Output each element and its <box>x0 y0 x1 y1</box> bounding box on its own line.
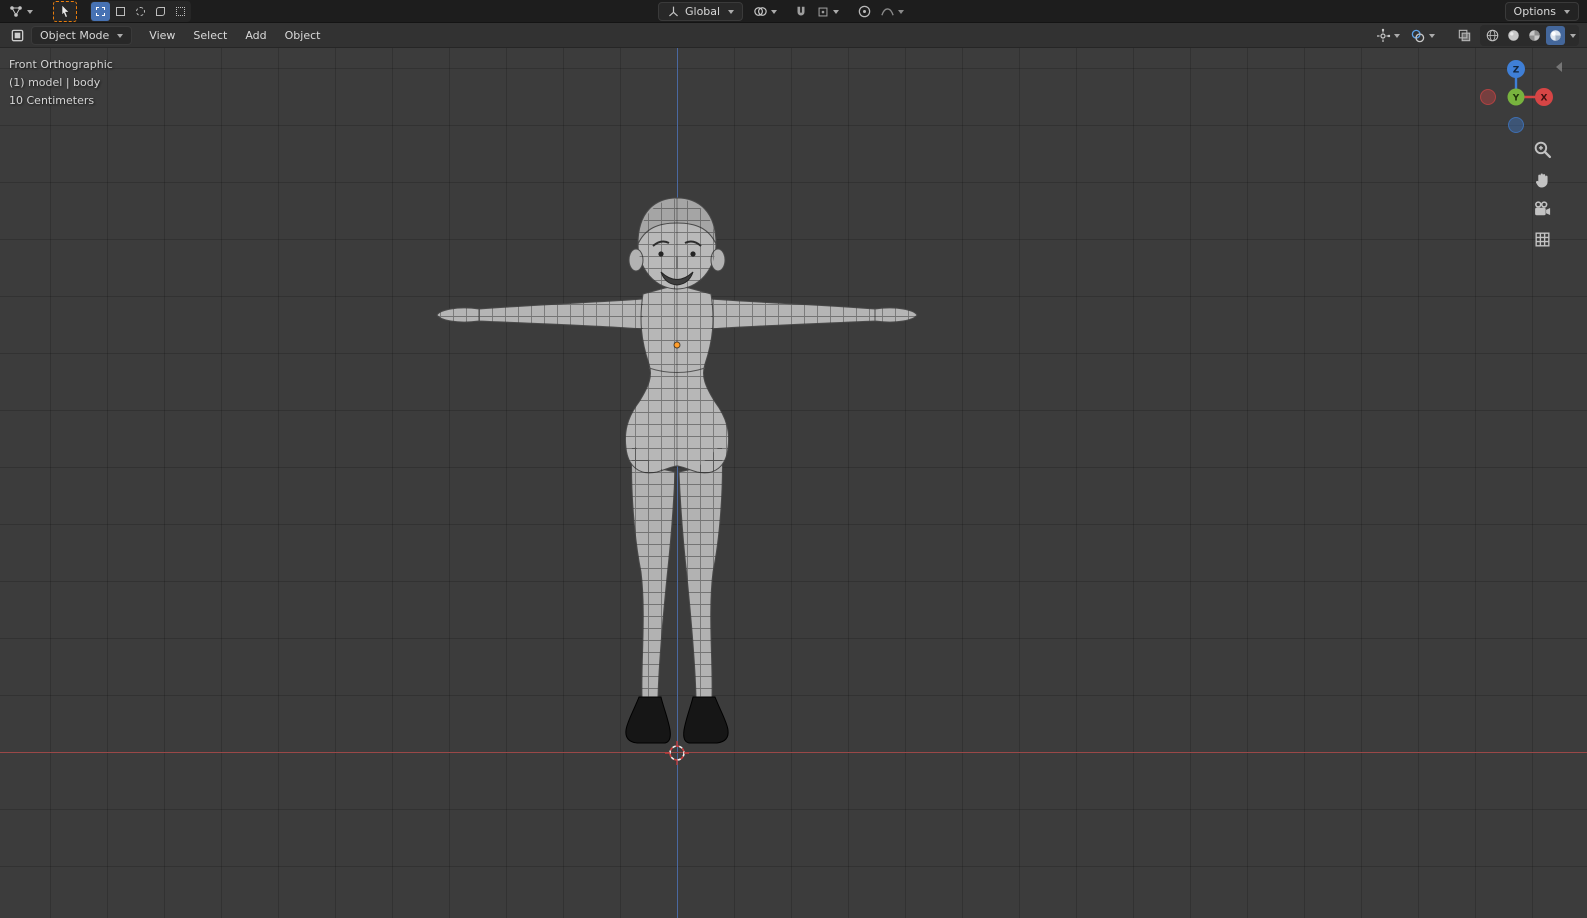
active-tool-button[interactable] <box>53 1 77 22</box>
snap-settings-dropdown[interactable] <box>814 2 841 21</box>
viewport-editor-icon <box>11 29 24 42</box>
viewport-header: Object Mode View Select Add Object <box>0 23 1587 48</box>
rendered-sphere-icon <box>1550 30 1561 41</box>
shading-wireframe-button[interactable] <box>1483 26 1502 45</box>
magnet-icon <box>797 6 805 15</box>
select-mode-button-lasso[interactable] <box>151 2 170 21</box>
gizmo-ball-z[interactable]: Z <box>1507 60 1525 78</box>
chevron-down-icon <box>771 9 778 14</box>
lasso-select-icon <box>156 7 165 16</box>
two-circles-icon <box>754 7 767 16</box>
snap-increment-icon <box>818 7 828 16</box>
chevron-down-icon <box>898 9 905 14</box>
topbar: Global Options <box>0 0 1587 23</box>
gizmo-ball-z-negative[interactable] <box>1508 117 1524 133</box>
overlays-dropdown[interactable] <box>1408 26 1437 45</box>
shading-dropdown-chevron-icon[interactable] <box>1570 33 1576 38</box>
viewport-overlay-text: Front Orthographic (1) model | body 10 C… <box>9 56 113 110</box>
shading-solid-button[interactable] <box>1504 26 1523 45</box>
curve-icon <box>881 8 894 16</box>
tweak-icon <box>96 7 105 16</box>
view-name-label: Front Orthographic <box>9 58 113 71</box>
chevron-down-icon <box>1394 33 1400 38</box>
grid-ortho-icon <box>1535 232 1550 247</box>
model-right-shoe <box>683 696 729 744</box>
select-mode-button-tweak[interactable] <box>91 2 110 21</box>
proportional-editing-toggle[interactable] <box>855 2 874 21</box>
pivot-point-dropdown[interactable] <box>751 2 779 21</box>
gizmo-ball-y[interactable]: Y <box>1507 88 1525 106</box>
blender-window: Global Options Object Mode View Select A… <box>0 0 1587 918</box>
chevron-down-icon <box>1564 9 1570 14</box>
box-select-icon <box>116 7 125 16</box>
chevron-down-icon <box>833 9 840 14</box>
gizmo-ball-x[interactable]: X <box>1535 88 1553 106</box>
mode-label: Object Mode <box>40 29 110 42</box>
svg-text:Y: Y <box>1512 94 1520 104</box>
toggle-ortho-button[interactable] <box>1531 230 1554 249</box>
select-mode-button-circle[interactable] <box>131 2 150 21</box>
model-left-shoe <box>625 696 671 744</box>
overlays-icon <box>1411 29 1425 42</box>
menu-select[interactable]: Select <box>186 26 234 45</box>
viewport-3d[interactable]: Front Orthographic (1) model | body 10 C… <box>0 48 1587 918</box>
editor-type-button[interactable] <box>6 2 35 21</box>
cursor-3d <box>663 739 691 767</box>
select-mode-button-extra[interactable] <box>171 2 190 21</box>
grid-scale-label: 10 Centimeters <box>9 94 95 107</box>
camera-view-button[interactable] <box>1531 200 1554 219</box>
chevron-down-icon <box>1429 33 1435 38</box>
material-sphere-icon <box>1529 30 1540 41</box>
extra-select-icon <box>176 7 185 16</box>
character-model-object[interactable] <box>427 172 927 772</box>
gizmo-icon <box>1377 28 1391 42</box>
camera-icon <box>1535 201 1551 216</box>
show-gizmos-dropdown[interactable] <box>1373 26 1402 45</box>
node-graph-icon <box>10 5 22 17</box>
region-toggle-arrow[interactable] <box>1556 62 1562 72</box>
chevron-down-icon <box>117 33 124 38</box>
proportional-falloff-dropdown[interactable] <box>878 2 906 21</box>
shading-material-button[interactable] <box>1525 26 1544 45</box>
select-mode-group <box>90 1 191 22</box>
orientation-label: Global <box>685 5 721 18</box>
wireframe-sphere-icon <box>1486 29 1499 42</box>
pan-button[interactable] <box>1531 170 1554 189</box>
zoom-button[interactable] <box>1531 140 1554 159</box>
circle-dot-icon <box>858 5 871 18</box>
axes-icon <box>669 6 678 17</box>
circle-select-icon <box>136 7 145 16</box>
select-cursor-icon <box>61 4 70 18</box>
options-label: Options <box>1513 5 1556 18</box>
snap-toggle-button[interactable] <box>791 2 810 21</box>
menu-object[interactable]: Object <box>278 26 328 45</box>
chevron-down-icon <box>728 9 735 14</box>
menu-add[interactable]: Add <box>238 26 273 45</box>
shading-mode-group <box>1480 25 1579 46</box>
select-mode-button-box[interactable] <box>111 2 130 21</box>
xray-toggle-button[interactable] <box>1455 26 1474 45</box>
pan-hand-icon <box>1535 173 1548 188</box>
editor-type-selector[interactable] <box>8 26 27 45</box>
zoom-icon <box>1534 141 1552 159</box>
solid-sphere-icon <box>1508 30 1519 41</box>
active-object-label: (1) model | body <box>9 76 101 89</box>
navigation-gizmo[interactable]: Z X Y <box>1474 55 1558 139</box>
gizmo-ball-x-negative[interactable] <box>1480 89 1496 105</box>
object-origin-dot <box>673 341 681 349</box>
svg-text:Z: Z <box>1513 66 1520 76</box>
svg-text:X: X <box>1541 94 1548 104</box>
xray-icon <box>1458 29 1471 42</box>
mode-dropdown[interactable]: Object Mode <box>31 26 133 45</box>
chevron-down-icon <box>27 9 33 14</box>
viewport-side-tools <box>1531 140 1554 249</box>
shading-rendered-button[interactable] <box>1546 26 1565 45</box>
transform-orientation-dropdown[interactable]: Global <box>658 2 744 21</box>
menu-view[interactable]: View <box>142 26 182 45</box>
options-dropdown[interactable]: Options <box>1504 2 1579 21</box>
